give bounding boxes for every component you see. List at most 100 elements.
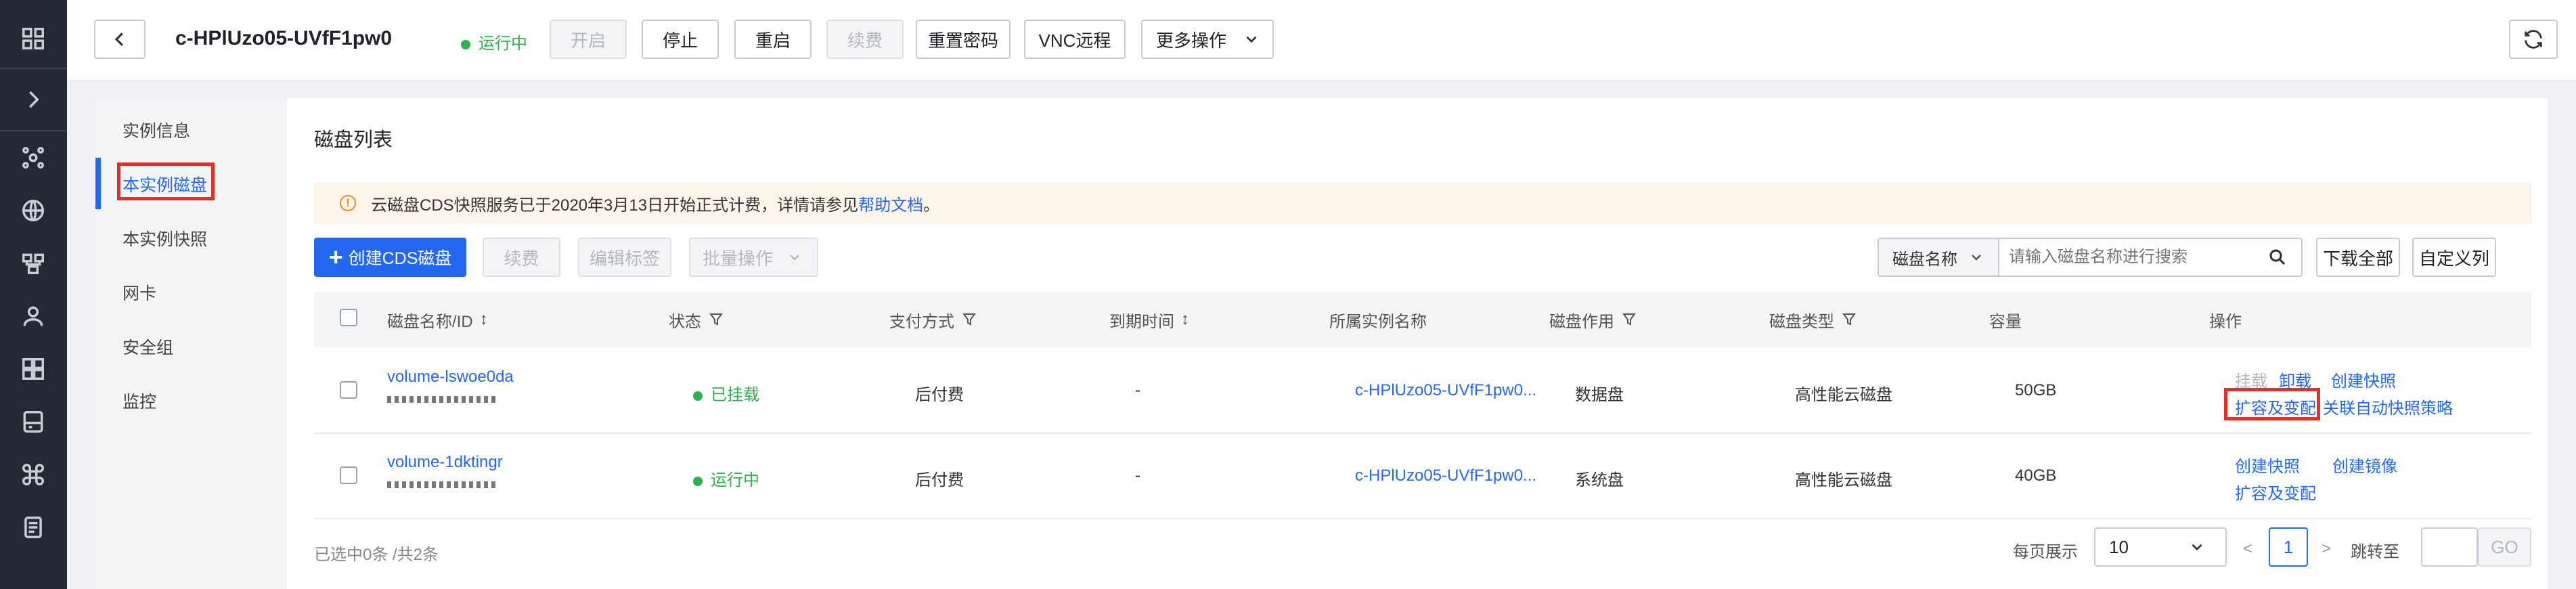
page-size-select[interactable]: 10	[2094, 527, 2227, 567]
plus-icon: +	[328, 243, 343, 271]
payment-cell: 后付费	[915, 471, 964, 489]
capacity-cell: 40GB	[2015, 466, 2057, 485]
page-title: 磁盘列表	[314, 129, 393, 151]
back-button[interactable]	[94, 20, 146, 59]
col-role[interactable]: 磁盘作用	[1549, 292, 1637, 347]
search-type-select[interactable]: 磁盘名称	[1879, 239, 1999, 276]
apps-icon[interactable]	[18, 353, 49, 385]
nav-item-monitoring[interactable]: 监控	[123, 389, 156, 413]
role-cell: 系统盘	[1575, 471, 1624, 489]
renew-button[interactable]: 续费	[826, 20, 904, 59]
filter-icon	[962, 313, 976, 326]
type-cell: 高性能云磁盘	[1795, 386, 1892, 404]
row-checkbox[interactable]	[340, 381, 357, 399]
stop-button[interactable]: 停止	[642, 20, 719, 59]
payment-cell: 后付费	[915, 386, 964, 404]
col-disk-name[interactable]: 磁盘名称/ID ↕	[387, 292, 488, 347]
custom-columns-button[interactable]: 自定义列	[2412, 238, 2496, 277]
notice-banner: ! 云磁盘CDS快照服务已于2020年3月13日开始正式计费，详情请参见 帮助文档…	[314, 183, 2531, 223]
col-status[interactable]: 状态	[669, 292, 724, 347]
status-badge: 已挂载	[693, 381, 759, 405]
search-icon[interactable]	[2267, 247, 2288, 267]
reset-password-button[interactable]: 重置密码	[916, 20, 1011, 59]
search-input[interactable]	[2007, 244, 2261, 270]
global-sidebar	[0, 0, 67, 589]
col-type[interactable]: 磁盘类型	[1769, 292, 1857, 347]
user-group-icon[interactable]	[18, 301, 49, 332]
col-instance: 所属实例名称	[1329, 312, 1427, 331]
expire-cell: -	[1135, 466, 1140, 485]
filter-icon	[1622, 313, 1636, 326]
chevron-down-icon	[1972, 255, 1981, 261]
chevron-down-icon	[790, 255, 799, 261]
go-button[interactable]: GO	[2478, 527, 2531, 567]
create-cds-button[interactable]: + 创建CDS磁盘	[314, 238, 466, 277]
col-capacity: 容量	[1989, 312, 2022, 331]
col-expire[interactable]: 到期时间 ↕	[1109, 292, 1189, 347]
jump-page-input[interactable]	[2421, 527, 2478, 567]
status-dot-icon	[693, 391, 703, 401]
chevron-down-icon	[1246, 36, 1257, 43]
renew-disk-button[interactable]: 续费	[483, 238, 560, 277]
edit-tags-button[interactable]: 编辑标签	[578, 238, 671, 277]
next-page-button[interactable]: >	[2322, 540, 2331, 559]
vnc-button[interactable]: VNC远程	[1024, 20, 1126, 59]
page-size-label: 每页展示	[2013, 543, 2078, 561]
instance-link[interactable]: c-HPlUzo05-UVfF1pw0...	[1355, 466, 1536, 485]
type-cell: 高性能云磁盘	[1795, 471, 1892, 489]
disk-id-masked	[387, 396, 495, 403]
status-dot-icon	[461, 39, 470, 49]
auto-snapshot-policy-action[interactable]: 关联自动快照策略	[2323, 395, 2453, 418]
role-cell: 数据盘	[1575, 386, 1624, 404]
highlight-box	[117, 162, 215, 200]
storage-icon[interactable]	[18, 406, 49, 437]
globe-icon[interactable]	[18, 195, 49, 226]
chevron-down-icon	[2192, 544, 2202, 551]
chevron-right-icon[interactable]	[18, 84, 49, 115]
table-row: volume-1dktingr 运行中 后付费 - c-HPlUzo05-UVf…	[314, 433, 2531, 519]
resize-action[interactable]: 扩容及变配	[2235, 480, 2316, 504]
warning-icon: !	[340, 195, 356, 211]
status-dot-icon	[693, 476, 703, 486]
filter-icon	[1842, 313, 1856, 326]
refresh-button[interactable]	[2509, 20, 2558, 59]
document-icon[interactable]	[18, 512, 49, 543]
chevron-left-icon	[114, 32, 123, 46]
command-icon[interactable]	[18, 459, 49, 490]
disk-list-panel: 磁盘列表 ! 云磁盘CDS快照服务已于2020年3月13日开始正式计费，详情请参…	[287, 98, 2548, 589]
more-actions-dropdown[interactable]: 更多操作	[1141, 20, 1274, 59]
col-payment[interactable]: 支付方式	[889, 292, 977, 347]
instance-link[interactable]: c-HPlUzo05-UVfF1pw0...	[1355, 381, 1536, 400]
row-checkbox[interactable]	[340, 466, 357, 484]
jump-to-label: 跳转至	[2351, 543, 2399, 561]
filter-icon	[709, 313, 723, 326]
page-number[interactable]: 1	[2269, 527, 2308, 567]
create-image-action[interactable]: 创建镜像	[2332, 453, 2397, 477]
help-doc-link[interactable]: 帮助文档	[858, 192, 923, 215]
sort-icon: ↕	[1181, 310, 1189, 328]
instance-status: 运行中	[461, 30, 527, 53]
active-indicator	[95, 158, 101, 209]
status-badge: 运行中	[693, 466, 759, 490]
create-snapshot-action[interactable]: 创建快照	[2235, 453, 2300, 477]
selection-summary: 已选中0条 /共2条	[314, 546, 439, 564]
create-snapshot-action[interactable]: 创建快照	[2331, 368, 2396, 391]
expire-cell: -	[1135, 381, 1140, 399]
download-all-button[interactable]: 下载全部	[2316, 238, 2400, 277]
prev-page-button[interactable]: <	[2243, 540, 2252, 559]
nav-item-instance-info[interactable]: 实例信息	[123, 118, 190, 142]
nav-item-instance-snapshots[interactable]: 本实例快照	[123, 226, 207, 250]
topology-icon[interactable]	[18, 248, 49, 279]
nav-item-security-group[interactable]: 安全组	[123, 334, 173, 359]
nav-item-nic[interactable]: 网卡	[123, 280, 156, 305]
instance-nav: 实例信息 本实例磁盘 本实例快照 网卡 安全组 监控	[95, 98, 287, 589]
select-all-checkbox[interactable]	[340, 309, 357, 326]
network-icon[interactable]	[18, 142, 49, 173]
disk-name-link[interactable]: volume-lswoe0da	[387, 368, 514, 387]
grid-icon[interactable]	[18, 23, 49, 54]
start-button[interactable]: 开启	[550, 20, 627, 59]
batch-actions-dropdown[interactable]: 批量操作	[689, 238, 818, 277]
disk-name-link[interactable]: volume-1dktingr	[387, 453, 503, 472]
table-header: 磁盘名称/ID ↕ 状态 支付方式 到期时间 ↕ 所属实例名称 磁盘作用 磁盘类型 …	[314, 292, 2531, 347]
restart-button[interactable]: 重启	[734, 20, 812, 59]
